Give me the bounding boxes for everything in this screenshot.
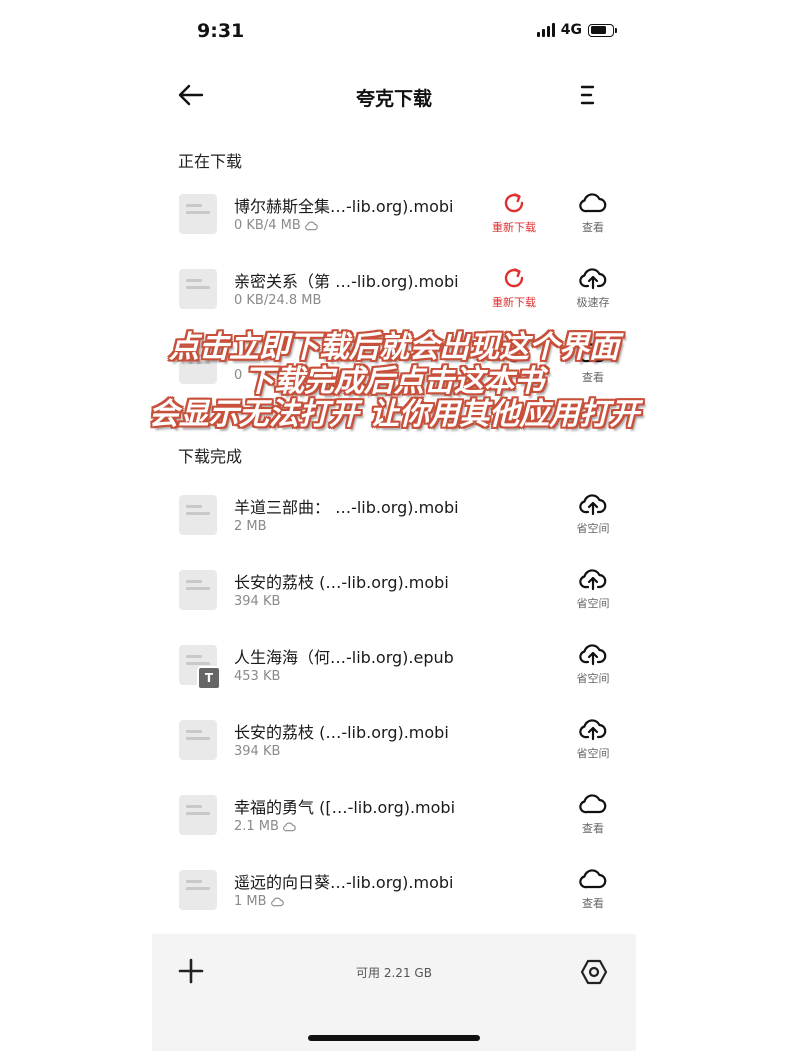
network-label: 4G — [560, 22, 582, 38]
cloud-icon — [579, 794, 607, 814]
file-size: 394 KB — [234, 744, 281, 759]
list-item[interactable]: 幸福的勇气 ([…-lib.org).mobi 2.1 MB 查看 — [152, 784, 636, 859]
list-item[interactable]: 长安的荔枝 (…-lib.org).mobi 394 KB 省空间 — [152, 709, 636, 784]
file-size: 2.1 MB — [234, 819, 296, 834]
overlay-caption-3: 会显示无法打开 让你用其他应用打开 — [148, 397, 640, 432]
file-size: 2 MB — [234, 519, 267, 534]
cloud-icon — [270, 896, 284, 906]
refresh-icon — [504, 268, 524, 288]
status-bar: 9:31 4G — [152, 0, 636, 60]
file-size: 453 KB — [234, 669, 281, 684]
home-indicator — [308, 1035, 480, 1041]
redownload-button[interactable]: 重新下载 — [479, 266, 549, 310]
file-name: 博尔赫斯全集…-lib.org).mobi — [234, 197, 454, 216]
file-name: 长安的荔枝 (…-lib.org).mobi — [234, 573, 449, 592]
section-completed: 下载完成 — [178, 447, 243, 466]
battery-icon — [588, 23, 617, 37]
file-name: 长安的荔枝 (…-lib.org).mobi — [234, 723, 449, 742]
save-space-button[interactable]: 省空间 — [558, 567, 628, 611]
file-icon — [179, 570, 217, 610]
status-time: 9:31 — [197, 20, 245, 42]
cloud-icon — [283, 821, 296, 831]
cloud-icon — [579, 193, 607, 213]
list-item[interactable]: 遥远的向日葵…-lib.org).mobi 1 MB 查看 — [152, 859, 636, 934]
file-size: 0 KB/24.8 MB — [234, 293, 322, 308]
fast-save-button[interactable]: 极速存 — [558, 266, 628, 310]
file-icon — [179, 795, 217, 835]
file-name: 羊道三部曲： …-lib.org).mobi — [234, 498, 459, 517]
refresh-icon — [504, 193, 524, 213]
save-space-button[interactable]: 省空间 — [558, 642, 628, 686]
file-icon — [179, 269, 217, 309]
file-icon — [179, 870, 217, 910]
cloud-upload-icon — [579, 569, 607, 591]
bottom-bar: 可用 2.21 GB — [152, 934, 636, 1051]
section-downloading: 正在下载 — [178, 152, 243, 171]
available-storage: 可用 2.21 GB — [356, 966, 432, 980]
file-size: 0 KB/4 MB — [234, 218, 318, 233]
file-name: 遥远的向日葵…-lib.org).mobi — [234, 873, 454, 892]
save-space-button[interactable]: 省空间 — [558, 717, 628, 761]
phone-screen: 9:31 4G 夸克下载 正在下载 下载完成 博尔赫斯全集…-lib.org).… — [152, 0, 636, 1051]
view-button[interactable]: 查看 — [558, 867, 628, 911]
list-item[interactable]: 长安的荔枝 (…-lib.org).mobi 394 KB 省空间 — [152, 559, 636, 634]
file-icon — [179, 194, 217, 234]
file-icon — [179, 720, 217, 760]
list-item[interactable]: 博尔赫斯全集…-lib.org).mobi 0 KB/4 MB 重新下载 查看 — [152, 183, 636, 258]
cloud-upload-icon — [579, 268, 607, 290]
cloud-upload-icon — [579, 644, 607, 666]
save-space-button[interactable]: 省空间 — [558, 492, 628, 536]
text-badge-icon: T — [197, 666, 221, 690]
list-item[interactable]: T 人生海海（何…-lib.org).epub 453 KB 省空间 — [152, 634, 636, 709]
signal-icon — [536, 23, 555, 37]
cloud-upload-icon — [579, 719, 607, 741]
list-item[interactable]: 羊道三部曲： …-lib.org).mobi 2 MB 省空间 — [152, 484, 636, 559]
redownload-button[interactable]: 重新下载 — [479, 191, 549, 235]
page-title: 夸克下载 — [355, 88, 432, 110]
view-button[interactable]: 查看 — [558, 792, 628, 836]
file-icon: T — [179, 645, 221, 690]
nav-bar: 夸克下载 — [152, 70, 636, 122]
menu-icon[interactable] — [578, 82, 598, 108]
cloud-icon — [579, 869, 607, 889]
file-size: 1 MB — [234, 894, 284, 909]
view-button[interactable]: 查看 — [558, 191, 628, 235]
file-name: 亲密关系（第 …-lib.org).mobi — [234, 272, 459, 291]
file-name: 幸福的勇气 ([…-lib.org).mobi — [234, 798, 456, 817]
cloud-icon — [304, 220, 318, 230]
cloud-upload-icon — [579, 494, 607, 516]
status-indicators: 4G — [536, 22, 617, 38]
file-size: 394 KB — [234, 594, 281, 609]
file-name: 人生海海（何…-lib.org).epub — [234, 648, 454, 667]
file-icon — [179, 495, 217, 535]
settings-icon[interactable] — [580, 958, 608, 986]
